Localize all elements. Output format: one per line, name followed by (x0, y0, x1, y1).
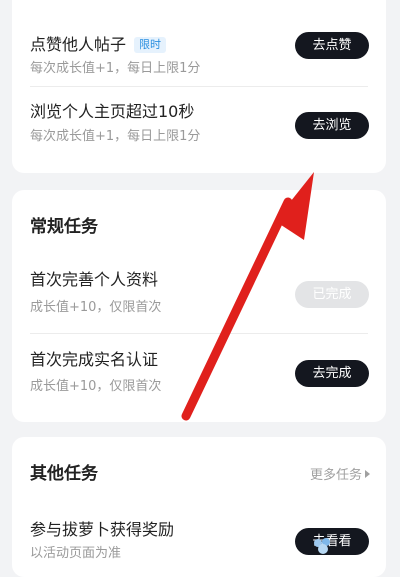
task-title-browse-profile: 浏览个人主页超过10秒 (30, 102, 195, 121)
divider (30, 333, 368, 334)
go-complete-button[interactable]: 去完成 (295, 360, 369, 387)
task-subtitle-complete-profile: 成长值+10，仅限首次 (30, 300, 162, 315)
task-title-pull-radish: 参与拔萝卜获得奖励 (30, 520, 175, 539)
section-title-other: 其他任务 (30, 464, 98, 484)
task-subtitle-real-name-verification: 成长值+10，仅限首次 (30, 379, 162, 394)
other-tasks-card: 其他任务 更多任务 参与拔萝卜获得奖励 以活动页面为准 去看看 (12, 437, 386, 577)
regular-tasks-card: 常规任务 首次完善个人资料 成长值+10，仅限首次 已完成 首次完成实名认证 成… (12, 190, 386, 422)
task-title-real-name-verification: 首次完成实名认证 (30, 350, 159, 369)
task-subtitle-pull-radish: 以活动页面为准 (30, 546, 122, 561)
task-title-complete-profile: 首次完善个人资料 (30, 270, 159, 289)
section-title-regular: 常规任务 (30, 217, 98, 237)
completed-button[interactable]: 已完成 (295, 281, 369, 308)
triangle-right-icon (365, 470, 370, 478)
watermark-logo-icon (314, 538, 330, 554)
divider (30, 86, 368, 87)
limited-time-badge: 限时 (134, 37, 167, 53)
go-like-button[interactable]: 去点赞 (295, 32, 369, 59)
task-title-like-posts: 点赞他人帖子 限时 (30, 35, 167, 55)
go-browse-button[interactable]: 去浏览 (295, 112, 369, 139)
more-tasks-link[interactable]: 更多任务 (310, 468, 370, 484)
limited-tasks-card: 点赞他人帖子 限时 每次成长值+1，每日上限1分 去点赞 浏览个人主页超过10秒 … (12, 0, 386, 173)
task-subtitle-browse-profile: 每次成长值+1，每日上限1分 (30, 129, 201, 144)
task-subtitle-like-posts: 每次成长值+1，每日上限1分 (30, 61, 201, 76)
